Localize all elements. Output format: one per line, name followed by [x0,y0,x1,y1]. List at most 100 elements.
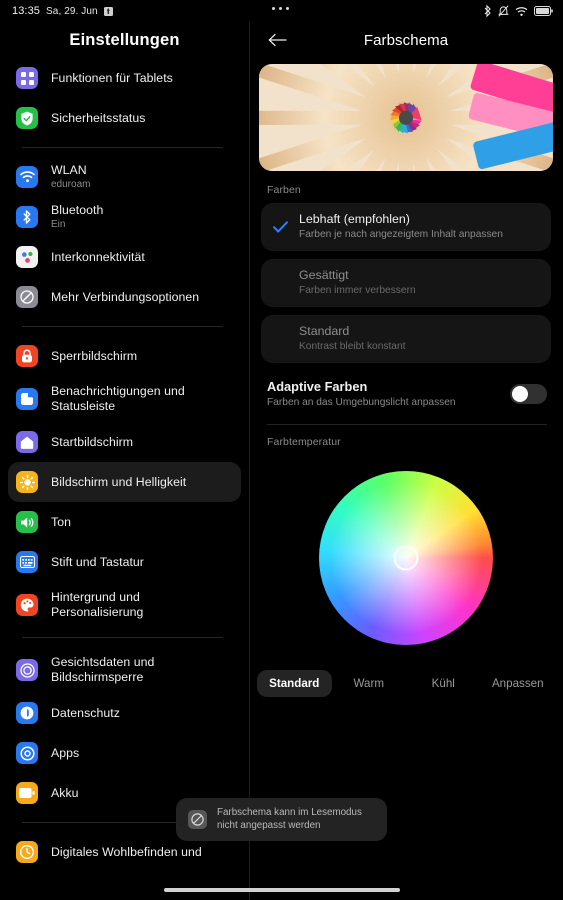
color-scheme-panel: Farbschema Farben Lebhaft (empfohlen) Fa… [249,0,563,900]
color-option-gesättigt[interactable]: Gesättigt Farben immer verbessern [261,259,551,307]
gesture-bar[interactable] [164,888,400,892]
home-icon [16,431,38,453]
sidebar-item-text: Mehr Verbindungsoptionen [51,290,199,305]
sidebar-item-label: Digitales Wohlbefinden und [51,844,202,859]
check-icon [261,221,299,233]
sidebar-item-text: Ton [51,515,71,530]
settings-sidebar: Einstellungen Funktionen für Tablets Sich… [0,0,249,900]
colors-section-label: Farben [267,184,301,196]
color-option-standard[interactable]: Standard Kontrast bleibt konstant [261,315,551,363]
sidebar-item-ton[interactable]: Ton [8,502,241,542]
download-icon [103,6,113,16]
color-wheel-disc[interactable] [319,471,493,645]
sidebar-item-label: Datenschutz [51,705,120,720]
bluetooth-icon [16,206,38,228]
color-option-title: Lebhaft (empfohlen) [299,212,410,227]
sidebar-item-funktionen-für-tablets[interactable]: Funktionen für Tablets [8,58,241,98]
sidebar-item-text: Sperrbildschirm [51,349,137,364]
toast-text: Farbschema kann im Lesemodus nicht angep… [217,806,362,831]
wifi-icon [16,166,38,188]
sidebar-item-label: Apps [51,745,80,760]
temperature-button-anpassen[interactable]: Anpassen [481,670,556,697]
sidebar-item-label: Sperrbildschirm [51,348,138,363]
temperature-button-kühl[interactable]: Kühl [406,670,481,697]
color-option-title: Gesättigt [299,268,349,283]
sidebar-item-bildschirm-und-helligkeit[interactable]: Bildschirm und Helligkeit [8,462,241,502]
sidebar-item-text: Datenschutz [51,706,120,721]
color-options-list: Lebhaft (empfohlen) Farben je nach angeze… [249,203,563,363]
sidebar-item-label: Akku [51,785,79,800]
colored-pencils-radial-photo [259,64,553,171]
color-picker-wheel[interactable] [249,455,563,670]
section-divider [267,424,547,425]
sidebar-item-text: WLAN eduroam [51,163,90,191]
sidebar-item-label: Ton [51,514,71,529]
sidebar-nav-list: Funktionen für Tablets Sicherheitsstatus W… [0,58,249,872]
sidebar-item-text: Gesichtsdaten und Bildschirmsperre [51,655,154,684]
color-wheel-selector[interactable] [393,545,419,571]
sidebar-group-divider [22,147,223,148]
sidebar-item-benachrichtigungen-und[interactable]: Benachrichtigungen und Statusleiste [8,376,241,422]
shield-check-icon [16,107,38,129]
wifi-icon [515,6,528,17]
sidebar-item-label: Funktionen für Tablets [51,70,173,85]
sidebar-item-interkonnektivität[interactable]: Interkonnektivität [8,237,241,277]
sidebar-item-text: Bluetooth Ein [51,203,103,231]
sidebar-item-datenschutz[interactable]: Datenschutz [8,693,241,733]
color-option-subtitle: Farben je nach angezeigtem Inhalt anpass… [299,229,503,241]
sidebar-item-startbildschirm[interactable]: Startbildschirm [8,422,241,462]
adaptive-colors-toggle[interactable] [510,384,547,404]
sidebar-item-label: Stift und Tastatur [51,554,144,569]
page-title: Einstellungen [69,31,180,49]
sidebar-item-stift-und-tastatur[interactable]: Stift und Tastatur [8,542,241,582]
adaptive-colors-row[interactable]: Adaptive Farben Farben an das Umgebungsl… [267,379,547,409]
wellbeing-icon [16,841,38,863]
sidebar-item-text: Bildschirm und Helligkeit [51,475,186,490]
sidebar-item-gesichtsdaten-und[interactable]: Gesichtsdaten und Bildschirmsperre [8,647,241,693]
sidebar-item-hintergrund-und[interactable]: Hintergrund und Personalisierung [8,582,241,628]
sidebar-group-divider [22,637,223,638]
restriction-icon [188,810,207,829]
sidebar-item-apps[interactable]: Apps [8,733,241,773]
mute-bell-icon [498,5,509,17]
sidebar-item-sicherheitsstatus[interactable]: Sicherheitsstatus [8,98,241,138]
speaker-icon [16,511,38,533]
sidebar-item-label: Hintergrund und Personalisierung [51,590,144,619]
sidebar-item-sperrbildschirm[interactable]: Sperrbildschirm [8,336,241,376]
palette-icon [16,594,38,616]
status-bar-left: 13:35 Sa, 29. Jun [0,5,113,17]
sidebar-item-text: Digitales Wohlbefinden und [51,845,202,860]
status-date: Sa, 29. Jun [46,5,98,17]
sidebar-item-bluetooth[interactable]: Bluetooth Ein [8,197,241,237]
sidebar-item-text: Benachrichtigungen und Statusleiste [51,384,185,413]
arrow-left-icon[interactable] [266,29,288,51]
color-option-subtitle: Farben immer verbessern [299,285,416,297]
color-option-text: Lebhaft (empfohlen) Farben je nach angeze… [299,212,503,242]
privacy-hand-icon [16,702,38,724]
sidebar-item-text: Akku [51,786,79,801]
detail-header: Farbschema [249,22,563,58]
sidebar-item-subtitle: eduroam [51,178,91,190]
sidebar-item-label: Sicherheitsstatus [51,110,146,125]
sidebar-item-wlan[interactable]: WLAN eduroam [8,157,241,197]
sidebar-item-mehr-verbindungsoptionen[interactable]: Mehr Verbindungsoptionen [8,277,241,317]
pencils-illustration [259,64,553,171]
sidebar-item-text: Funktionen für Tablets [51,71,173,86]
temperature-button-standard[interactable]: Standard [257,670,332,697]
sidebar-item-label: Bluetooth [51,203,104,218]
sidebar-item-text: Sicherheitsstatus [51,111,146,126]
temperature-button-warm[interactable]: Warm [332,670,407,697]
temperature-section-label: Farbtemperatur [267,436,341,448]
tablet-settings-screen: 13:35 Sa, 29. Jun Einstellungen Funktion… [0,0,563,900]
color-option-lebhaft[interactable]: Lebhaft (empfohlen) Farben je nach angeze… [261,203,551,251]
color-option-subtitle: Kontrast bleibt konstant [299,341,406,353]
sidebar-item-text: Hintergrund und Personalisierung [51,590,143,619]
sidebar-item-label: WLAN [51,163,87,178]
more-options[interactable] [272,7,289,10]
detail-title: Farbschema [363,31,449,49]
adaptive-colors-title: Adaptive Farben [267,379,368,394]
apps-gear-icon [16,742,38,764]
status-bar-right [483,0,553,22]
sidebar-item-label: Bildschirm und Helligkeit [51,474,187,489]
grid-apps-icon [16,67,38,89]
